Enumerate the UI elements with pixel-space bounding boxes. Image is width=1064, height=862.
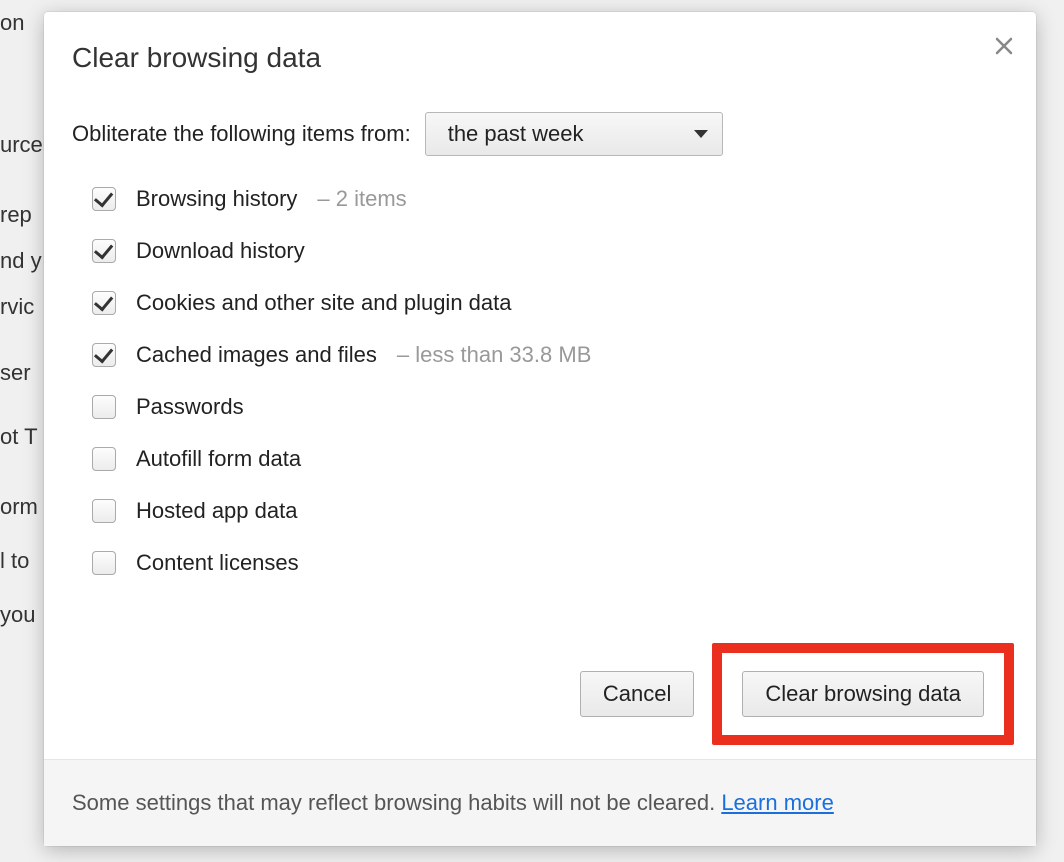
checkbox-passwords[interactable] [92,395,116,419]
checkbox-browsing-history[interactable] [92,187,116,211]
bg-fragment: you [0,602,35,628]
dialog-actions: Cancel Clear browsing data [44,629,1036,759]
bg-fragment: rvic [0,294,34,320]
checkbox-autofill[interactable] [92,447,116,471]
option-label: Autofill form data [136,446,301,472]
time-range-row: Obliterate the following items from: the… [72,112,1008,156]
learn-more-link[interactable]: Learn more [721,790,834,815]
option-row-cached-images: Cached images and files – less than 33.8 … [92,342,1008,368]
close-icon[interactable] [990,34,1018,62]
checkbox-download-history[interactable] [92,239,116,263]
dialog-footer: Some settings that may reflect browsing … [44,759,1036,846]
bg-fragment: rep [0,202,32,228]
option-label: Content licenses [136,550,299,576]
option-row-content-licenses: Content licenses [92,550,1008,576]
time-range-label: Obliterate the following items from: [72,121,411,147]
bg-fragment: on [0,10,24,36]
chevron-down-icon [694,130,708,138]
dropdown-value: the past week [448,121,584,147]
option-row-passwords: Passwords [92,394,1008,420]
bg-fragment: orm [0,494,38,520]
option-label: Browsing history [136,186,297,212]
option-label: Passwords [136,394,244,420]
highlight-annotation: Clear browsing data [712,643,1014,745]
checkbox-cookies[interactable] [92,291,116,315]
bg-fragment: l to [0,548,29,574]
options-list: Browsing history – 2 items Download histor… [72,186,1008,576]
checkbox-cached-images[interactable] [92,343,116,367]
option-row-download-history: Download history [92,238,1008,264]
option-row-cookies: Cookies and other site and plugin data [92,290,1008,316]
clear-browsing-data-button[interactable]: Clear browsing data [742,671,984,717]
option-label: Cached images and files [136,342,377,368]
time-range-dropdown[interactable]: the past week [425,112,723,156]
option-label: Hosted app data [136,498,297,524]
bg-fragment: ot T [0,424,38,450]
bg-fragment: nd y [0,248,42,274]
cancel-button[interactable]: Cancel [580,671,694,717]
footer-text: Some settings that may reflect browsing … [72,790,721,815]
dialog-title: Clear browsing data [72,42,1008,74]
clear-browsing-data-dialog: Clear browsing data Obliterate the follo… [44,12,1036,846]
checkbox-content-licenses[interactable] [92,551,116,575]
dialog-body: Obliterate the following items from: the… [44,92,1036,629]
option-row-hosted-app: Hosted app data [92,498,1008,524]
option-label: Download history [136,238,305,264]
option-label: Cookies and other site and plugin data [136,290,511,316]
dialog-header: Clear browsing data [44,12,1036,92]
option-row-browsing-history: Browsing history – 2 items [92,186,1008,212]
checkbox-hosted-app[interactable] [92,499,116,523]
option-suffix: – less than 33.8 MB [397,342,591,368]
bg-fragment: ser [0,360,31,386]
bg-fragment: urce [0,132,43,158]
option-row-autofill: Autofill form data [92,446,1008,472]
option-suffix: – 2 items [317,186,406,212]
